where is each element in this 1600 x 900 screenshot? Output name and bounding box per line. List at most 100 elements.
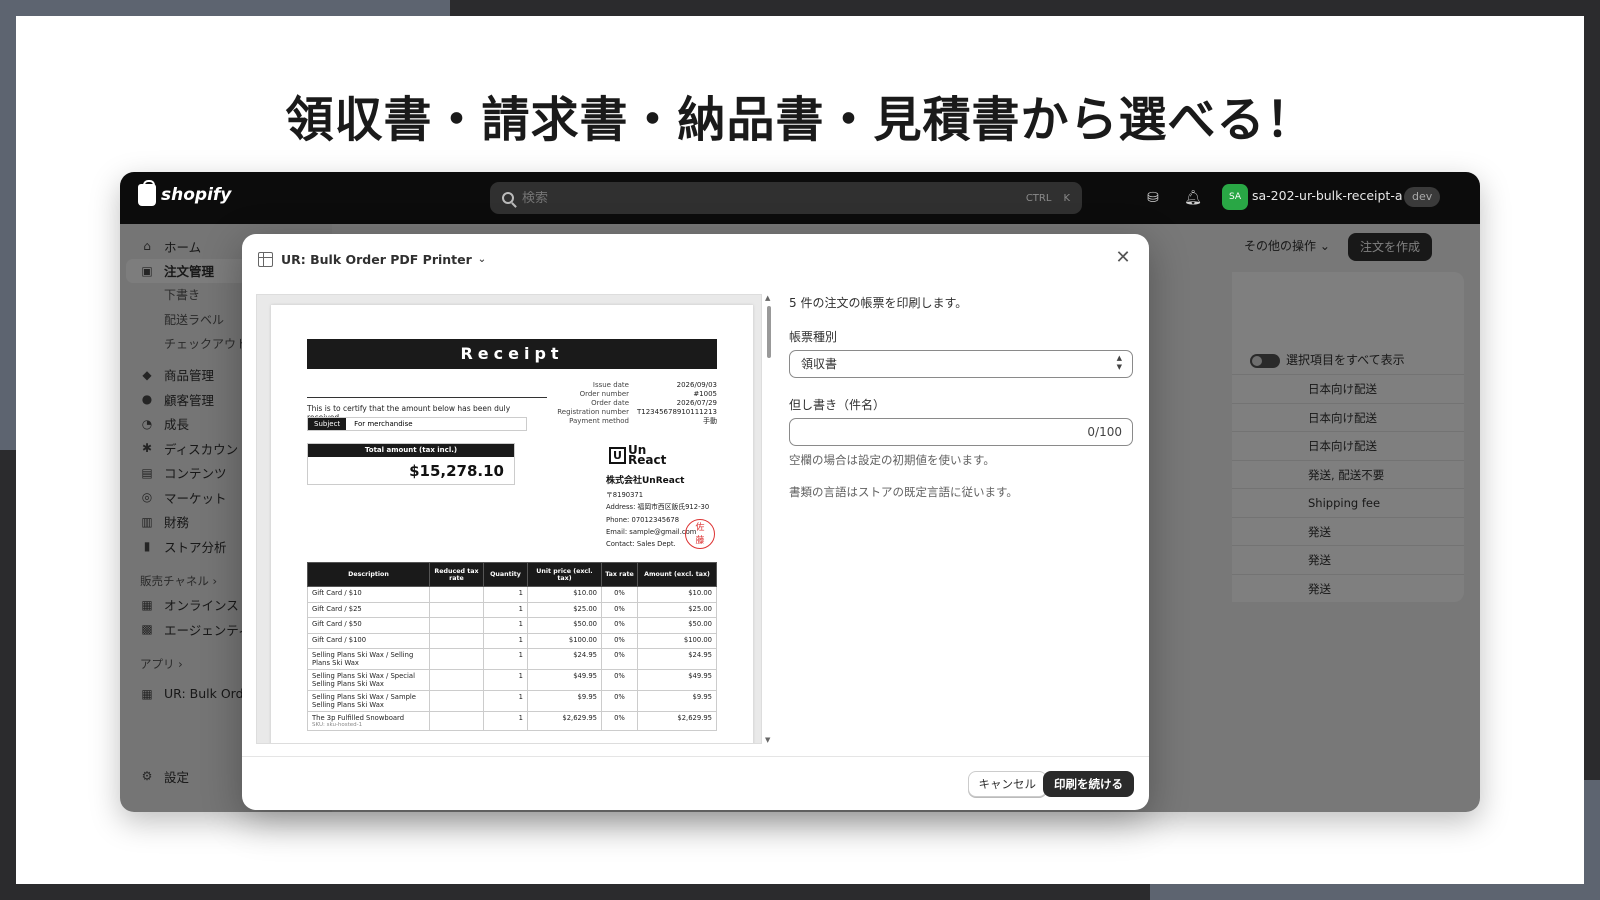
help-default: 空欄の場合は設定の初期値を使います。 [789, 453, 995, 467]
store-name[interactable]: sa-202-ur-bulk-receipt-a... [1252, 188, 1402, 203]
scroll-down-icon[interactable]: ▼ [765, 736, 770, 744]
slide: 領収書・請求書・納品書・見積書から選べる！ shopify CTRL K ⛁ 🔔… [16, 16, 1584, 884]
modal-footer: キャンセル 印刷を続ける [242, 756, 1149, 810]
item-unit-price: $49.95 [527, 669, 602, 691]
shortcut-ctrl: CTRL [1025, 192, 1052, 204]
item-quantity: 1 [483, 632, 528, 649]
table-row: Gift Card / $25 1 $25.00 0% $25.00 [307, 601, 717, 618]
database-icon[interactable]: ⛁ [1144, 189, 1162, 207]
item-tax-rate: 0% [601, 648, 638, 670]
table-row: Selling Plans Ski Wax / Sample Selling P… [307, 690, 717, 712]
item-unit-price: $25.00 [527, 601, 602, 618]
note-label: 但し書き（件名） [789, 398, 886, 412]
item-unit-price: $50.00 [527, 617, 602, 634]
item-quantity: 1 [483, 617, 528, 634]
item-reduced-rate [429, 648, 484, 670]
page-headline: 領収書・請求書・納品書・見積書から選べる！ [285, 92, 1315, 148]
item-quantity: 1 [483, 586, 528, 603]
bell-icon[interactable]: 🔔︎ [1184, 189, 1202, 207]
env-badge: dev [1404, 187, 1441, 207]
receipt-meta: Issue date 2026/09/03 Order number #1005 O… [557, 381, 717, 425]
item-quantity: 1 [483, 711, 528, 731]
item-quantity: 1 [483, 690, 528, 712]
item-amount: $2,629.95 [637, 711, 717, 731]
select-arrows-icon: ▲ ▼ [1116, 354, 1122, 371]
item-description: Gift Card / $50 [307, 617, 430, 634]
close-icon[interactable]: ✕ [1113, 248, 1133, 268]
cancel-button[interactable]: キャンセル [967, 771, 1047, 797]
item-tax-rate: 0% [601, 690, 638, 712]
app-table-icon [258, 251, 273, 267]
item-reduced-rate [429, 601, 484, 618]
search-input[interactable] [522, 190, 1014, 206]
doc-type-label: 帳票種別 [789, 330, 838, 344]
item-amount: $24.95 [637, 648, 717, 670]
item-reduced-rate [429, 617, 484, 634]
item-quantity: 1 [483, 601, 528, 618]
item-unit-price: $100.00 [527, 632, 602, 649]
topbar: shopify CTRL K ⛁ 🔔︎ SA sa-202-ur-bulk-re… [120, 172, 1480, 224]
table-row: Gift Card / $10 1 $10.00 0% $10.00 [307, 586, 717, 603]
item-tax-rate: 0% [601, 669, 638, 691]
item-description: Gift Card / $10 [307, 586, 430, 603]
table-row: The 3p Fulfilled Snowboard SKU: sku-hoste… [307, 711, 717, 731]
note-input-field[interactable]: 0/100 [789, 418, 1133, 446]
item-quantity: 1 [483, 669, 528, 691]
total-amount: $15,278.10 [409, 462, 504, 480]
print-modal: UR: Bulk Order PDF Printer ⌄ ✕ Receipt I… [242, 234, 1149, 810]
item-description: The 3p Fulfilled Snowboard SKU: sku-hoste… [307, 711, 430, 731]
item-quantity: 1 [483, 648, 528, 670]
item-amount: $25.00 [637, 601, 717, 618]
doc-type-select[interactable]: 領収書 ▲ ▼ [789, 350, 1133, 378]
receipt-title: Receipt [307, 339, 717, 369]
item-tax-rate: 0% [601, 586, 638, 603]
receipt-page: Receipt Issue date 2026/09/03 Order numbe… [271, 305, 753, 743]
item-unit-price: $2,629.95 [527, 711, 602, 731]
total-amount-box: Total amount (tax incl.) $15,278.10 [307, 443, 515, 485]
item-unit-price: $9.95 [527, 690, 602, 712]
item-tax-rate: 0% [601, 632, 638, 649]
company-logo: U Un React [609, 444, 666, 466]
note-input[interactable] [800, 425, 1088, 439]
item-reduced-rate [429, 586, 484, 603]
char-counter: 0/100 [1087, 425, 1122, 439]
subject-row: Subject For merchandise [307, 417, 527, 431]
modal-header: UR: Bulk Order PDF Printer ⌄ [242, 234, 1149, 284]
table-row: Gift Card / $100 1 $100.00 0% $100.00 [307, 632, 717, 649]
item-unit-price: $10.00 [527, 586, 602, 603]
seal-stamp: 佐藤 [685, 519, 715, 549]
item-amount: $10.00 [637, 586, 717, 603]
search-bar[interactable]: CTRL K [490, 182, 1082, 214]
print-options: 5 件の注文の帳票を印刷します。 帳票種別 領収書 ▲ ▼ 但し書き（件名） 0/… [789, 294, 1135, 500]
help-language: 書類の言語はストアの既定言語に従います。 [789, 485, 1018, 499]
search-icon [502, 192, 514, 204]
store-avatar[interactable]: SA [1222, 184, 1248, 210]
item-reduced-rate [429, 669, 484, 691]
table-row: Selling Plans Ski Wax / Special Selling … [307, 669, 717, 691]
print-summary: 5 件の注文の帳票を印刷します。 [789, 296, 968, 310]
pdf-preview[interactable]: Receipt Issue date 2026/09/03 Order numbe… [256, 294, 762, 744]
item-reduced-rate [429, 632, 484, 649]
preview-scrollbar[interactable]: ▲ ▼ [764, 294, 774, 744]
item-reduced-rate [429, 690, 484, 712]
table-row: Gift Card / $50 1 $50.00 0% $50.00 [307, 617, 717, 634]
item-description: Gift Card / $100 [307, 632, 430, 649]
shopify-logo[interactable]: shopify [138, 180, 232, 206]
shopify-bag-icon [138, 180, 156, 206]
item-tax-rate: 0% [601, 711, 638, 731]
item-description: Selling Plans Ski Wax / Special Selling … [307, 669, 430, 691]
item-tax-rate: 0% [601, 601, 638, 618]
scroll-thumb[interactable] [767, 306, 771, 358]
continue-print-button[interactable]: 印刷を続ける [1043, 771, 1134, 797]
item-description: Gift Card / $25 [307, 601, 430, 618]
item-unit-price: $24.95 [527, 648, 602, 670]
chevron-down-icon[interactable]: ⌄ [478, 254, 486, 265]
item-description: Selling Plans Ski Wax / Sample Selling P… [307, 690, 430, 712]
brand-name: shopify [161, 185, 232, 205]
scroll-up-icon[interactable]: ▲ [765, 294, 770, 302]
item-amount: $49.95 [637, 669, 717, 691]
modal-title[interactable]: UR: Bulk Order PDF Printer [281, 252, 472, 267]
company-name: 株式会社UnReact [606, 476, 685, 486]
item-tax-rate: 0% [601, 617, 638, 634]
item-description: Selling Plans Ski Wax / Selling Plans Sk… [307, 648, 430, 670]
